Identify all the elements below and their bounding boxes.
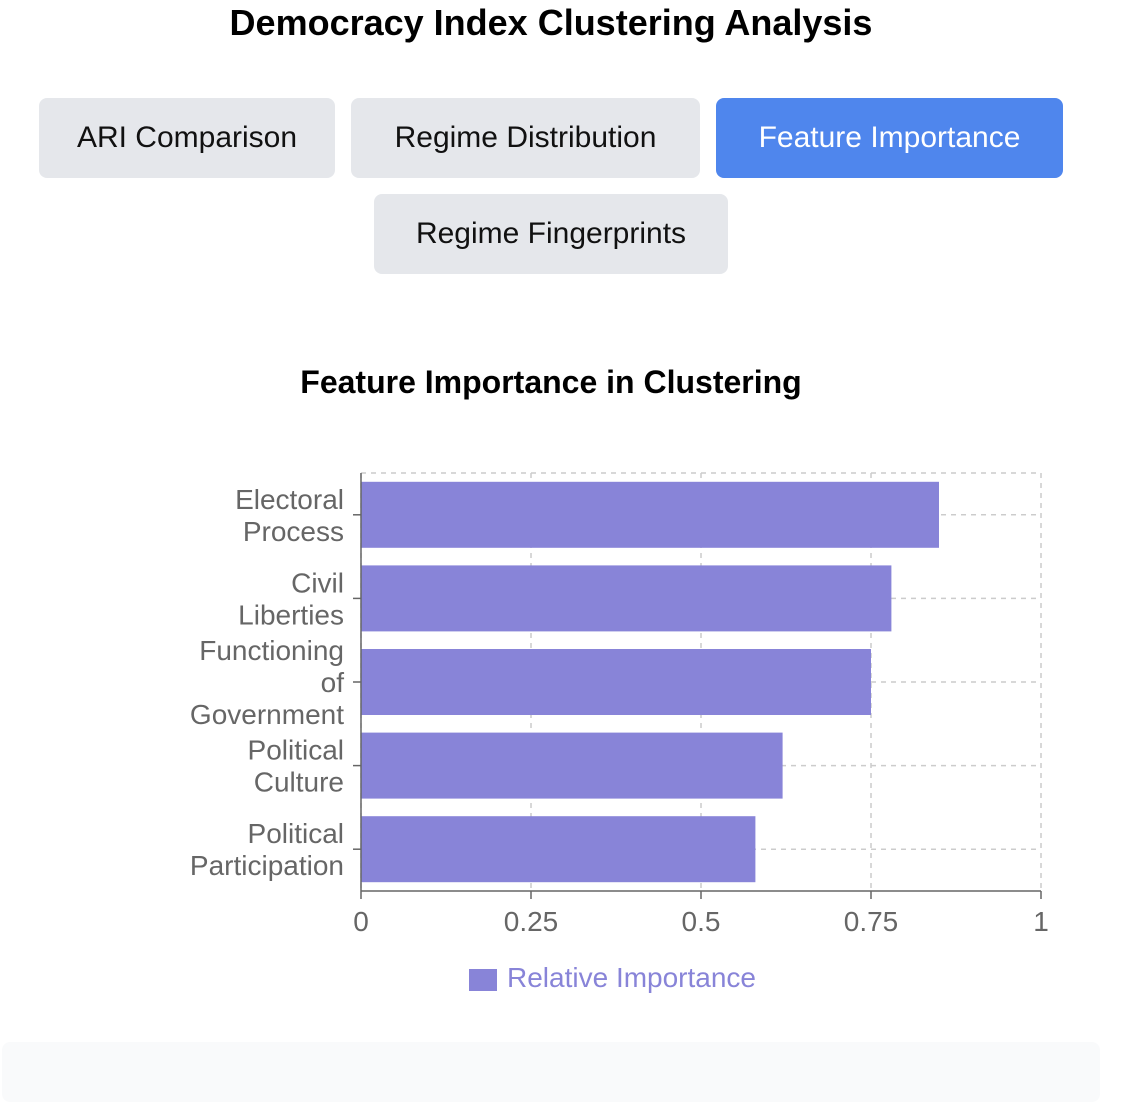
x-tick-label: 0.75 [844, 906, 899, 937]
y-tick-label: Political Culture [248, 735, 344, 798]
tab-regime-fingerprints[interactable]: Regime Fingerprints [374, 194, 728, 274]
y-tick-label-line: of [321, 667, 345, 698]
bottom-panel [2, 1042, 1100, 1102]
page-title: Democracy Index Clustering Analysis [229, 2, 873, 43]
bar-political-culture [361, 732, 783, 799]
y-tick-label-line: Political [248, 818, 344, 849]
y-tick-label-line: Process [243, 516, 344, 547]
x-tick-label: 0 [353, 906, 369, 937]
legend-label: Relative Importance [507, 962, 756, 993]
bar-electoral-process [361, 481, 939, 548]
y-tick-label-line: Civil [291, 567, 344, 598]
y-tick-label: Civil Liberties [238, 567, 344, 630]
y-tick-label: Political Participation [190, 818, 344, 881]
y-tick-label-line: Government [190, 699, 344, 730]
y-tick-label: Electoral Process [235, 484, 344, 547]
legend-swatch [469, 969, 497, 991]
tab-regime-distribution[interactable]: Regime Distribution [351, 98, 700, 178]
y-tick-label-line: Functioning [199, 635, 344, 666]
y-tick-label-line: Liberties [238, 599, 344, 630]
tab-ari-comparison[interactable]: ARI Comparison [39, 98, 335, 178]
chart-title: Feature Importance in Clustering [300, 364, 802, 400]
y-tick-label: Functioning of Government [190, 635, 344, 730]
feature-importance-chart: 0 0.25 0.5 0.75 1 Electoral Process Civil Libert… [190, 472, 1049, 993]
x-tick-label: 1 [1033, 906, 1049, 937]
bar-civil-liberties [361, 565, 892, 632]
y-tick-label-line: Political [248, 735, 344, 766]
bar-political-participation [361, 816, 756, 883]
y-tick-label-line: Participation [190, 850, 344, 881]
y-tick-label-line: Electoral [235, 484, 344, 515]
y-tick-label-line: Culture [254, 767, 344, 798]
x-tick-label: 0.5 [682, 906, 721, 937]
tab-feature-importance[interactable]: Feature Importance [716, 98, 1063, 178]
x-tick-label: 0.25 [504, 906, 559, 937]
bar-functioning-of-government [361, 649, 871, 715]
